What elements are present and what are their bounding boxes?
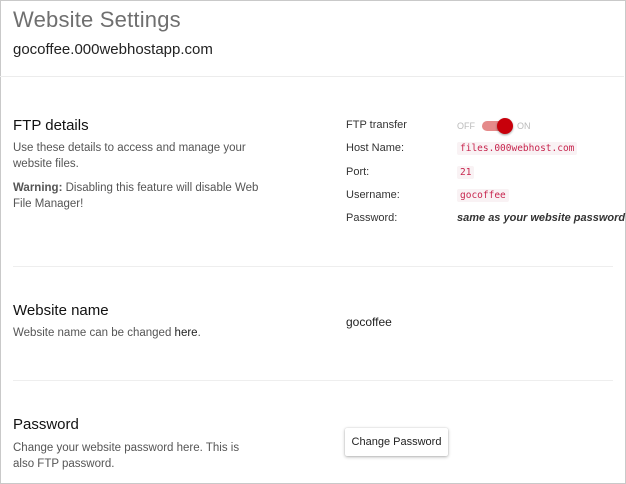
ftp-description: Use these details to access and manage y… bbox=[13, 142, 246, 170]
host-name-label: Host Name: bbox=[346, 142, 405, 154]
ftp-transfer-toggle[interactable] bbox=[482, 118, 513, 134]
website-name-title: Website name bbox=[13, 302, 109, 319]
website-name-value: gocoffee bbox=[346, 315, 392, 329]
password-value: same as your website password bbox=[457, 212, 626, 224]
username-value: gocoffee bbox=[457, 189, 509, 202]
password-section-title: Password bbox=[13, 416, 79, 433]
port-label: Port: bbox=[346, 166, 370, 178]
page-title: Website Settings bbox=[13, 7, 181, 32]
website-name-desc-suffix: . bbox=[197, 327, 201, 339]
password-description: Change your website password here. This … bbox=[13, 442, 240, 470]
section-divider bbox=[13, 266, 613, 267]
toggle-on-label: ON bbox=[517, 121, 531, 131]
ftp-warning-label: Warning: bbox=[13, 182, 63, 194]
page-header: Website Settings gocoffee.000webhostapp.… bbox=[0, 0, 624, 77]
site-domain: gocoffee.000webhostapp.com bbox=[13, 41, 213, 58]
username-label: Username: bbox=[346, 189, 400, 201]
website-name-desc-prefix: Website name can be changed bbox=[13, 327, 175, 339]
ftp-warning: Warning: Disabling this feature will dis… bbox=[13, 180, 263, 212]
ftp-section-title: FTP details bbox=[13, 117, 89, 134]
website-name-description: Website name can be changed here. bbox=[13, 325, 263, 341]
toggle-knob bbox=[497, 118, 513, 134]
section-divider bbox=[13, 380, 613, 381]
change-password-button[interactable]: Change Password bbox=[345, 428, 448, 456]
change-name-link[interactable]: here bbox=[175, 327, 198, 339]
password-label: Password: bbox=[346, 212, 398, 224]
host-name-value: files.000webhost.com bbox=[457, 142, 578, 155]
ftp-transfer-label: FTP transfer bbox=[346, 119, 407, 131]
port-value: 21 bbox=[457, 166, 475, 179]
toggle-off-label: OFF bbox=[457, 121, 475, 131]
